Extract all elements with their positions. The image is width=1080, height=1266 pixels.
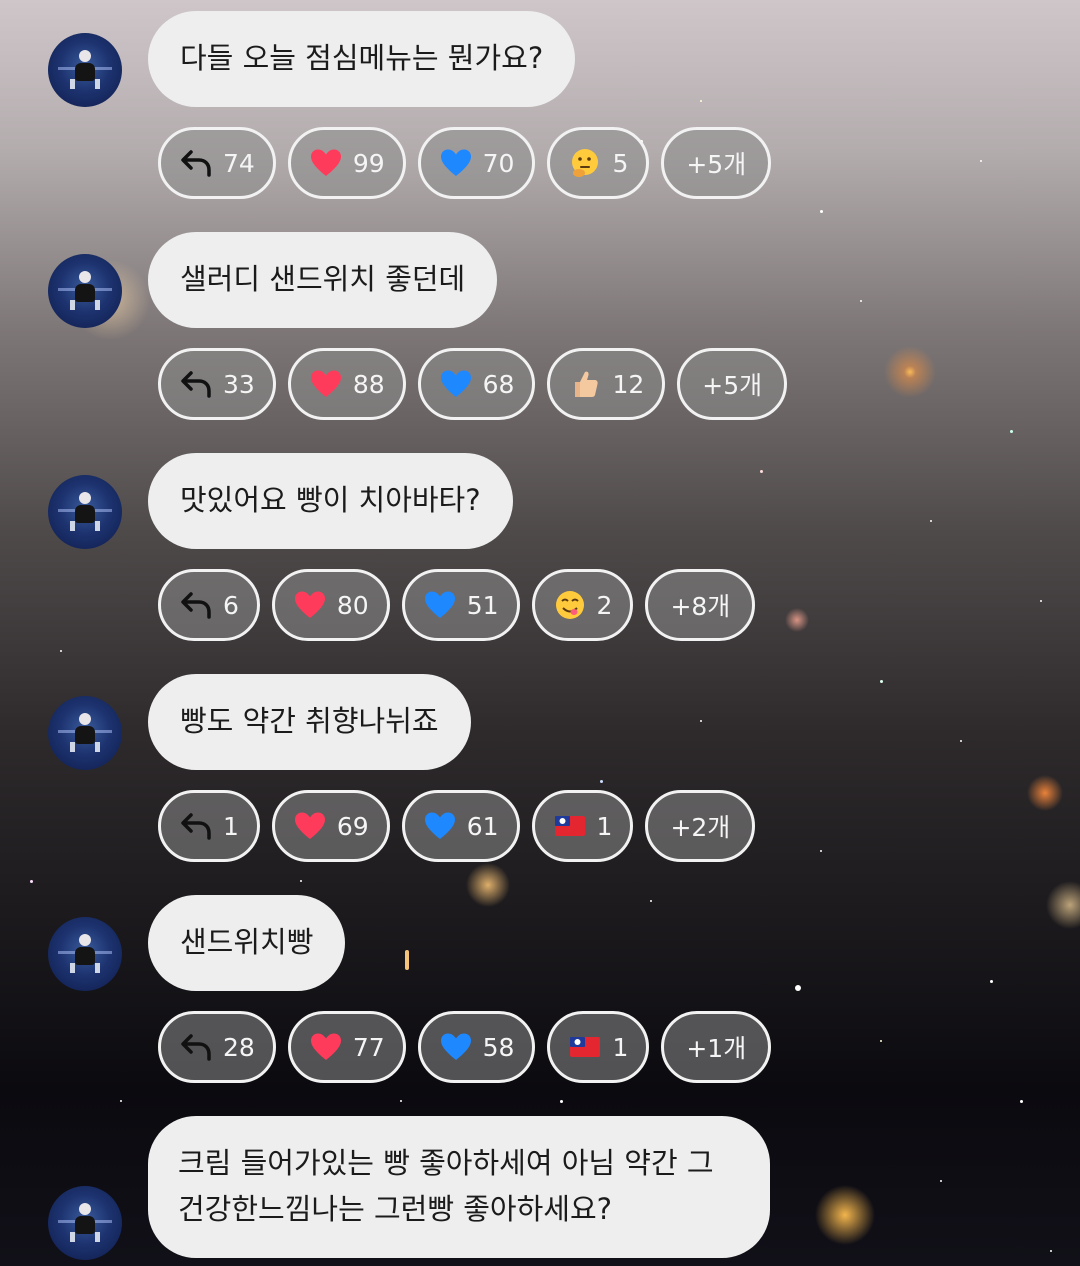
reaction-count: 12 bbox=[612, 369, 645, 399]
reply-arrow-icon bbox=[179, 809, 213, 843]
blue-heart-icon bbox=[439, 367, 473, 401]
reaction-bar: 74 99 70 5 +5개 bbox=[158, 127, 772, 199]
reaction-count: 69 bbox=[336, 811, 369, 841]
red-heart-icon bbox=[293, 809, 327, 843]
avatar[interactable] bbox=[48, 917, 122, 991]
reply-arrow-icon bbox=[179, 1030, 213, 1064]
reaction-blue-heart[interactable]: 51 bbox=[401, 569, 520, 641]
reaction-bar: 1 69 61 1 +2개 bbox=[158, 790, 756, 862]
red-heart-icon bbox=[309, 1030, 343, 1064]
reply-button[interactable]: 33 bbox=[158, 348, 276, 420]
more-reactions-button[interactable]: +8개 bbox=[645, 569, 756, 641]
reaction-count: 88 bbox=[352, 369, 385, 399]
reaction-count: 77 bbox=[352, 1032, 385, 1062]
reply-button[interactable]: 74 bbox=[158, 127, 276, 199]
message-bubble[interactable]: 크림 들어가있는 빵 좋아하세여 아님 약간 그 건강한느낌나는 그런빵 좋아하… bbox=[148, 1116, 770, 1258]
reaction-count: 1 bbox=[223, 811, 239, 841]
red-heart-icon bbox=[309, 146, 343, 180]
message-bubble[interactable]: 맛있어요 빵이 치아바타? bbox=[148, 453, 513, 549]
more-reactions-button[interactable]: +5개 bbox=[677, 348, 788, 420]
reaction-bar: 33 88 68 12 +5개 bbox=[158, 348, 788, 420]
avatar[interactable] bbox=[48, 254, 122, 328]
reaction-bar: 28 77 58 1 +1개 bbox=[158, 1011, 772, 1083]
taiwan-flag-icon bbox=[568, 1030, 602, 1064]
more-reactions-button[interactable]: +5개 bbox=[661, 127, 772, 199]
reaction-red-heart[interactable]: 69 bbox=[271, 790, 390, 862]
reaction-taiwan-flag[interactable]: 1 bbox=[547, 1011, 650, 1083]
message-bubble[interactable]: 샐러디 샌드위치 좋던데 bbox=[148, 232, 498, 328]
reaction-count: 74 bbox=[223, 148, 255, 178]
reaction-red-heart[interactable]: 80 bbox=[271, 569, 390, 641]
more-reactions-button[interactable]: +1개 bbox=[661, 1011, 772, 1083]
avatar[interactable] bbox=[48, 33, 122, 107]
reaction-count: 99 bbox=[352, 148, 385, 178]
reaction-taiwan-flag[interactable]: 1 bbox=[531, 790, 634, 862]
message-bubble[interactable]: 샌드위치빵 bbox=[148, 895, 346, 991]
blue-heart-icon bbox=[423, 809, 457, 843]
avatar[interactable] bbox=[48, 1186, 122, 1260]
reaction-count: 1 bbox=[596, 811, 613, 841]
red-heart-icon bbox=[293, 588, 327, 622]
reply-button[interactable]: 28 bbox=[158, 1011, 276, 1083]
reaction-count: 80 bbox=[336, 590, 369, 620]
reaction-count: 1 bbox=[612, 1032, 629, 1062]
reaction-thinking-face[interactable]: 5 bbox=[547, 127, 650, 199]
yum-face-icon bbox=[553, 588, 587, 622]
more-reactions-label: +5개 bbox=[686, 150, 747, 179]
more-reactions-label: +8개 bbox=[670, 592, 731, 621]
more-reactions-label: +5개 bbox=[702, 371, 763, 400]
reaction-count: 6 bbox=[223, 590, 239, 620]
thinking-face-icon bbox=[568, 146, 602, 180]
reply-button[interactable]: 6 bbox=[158, 569, 260, 641]
taiwan-flag-icon bbox=[553, 809, 587, 843]
reply-arrow-icon bbox=[179, 367, 213, 401]
reaction-blue-heart[interactable]: 61 bbox=[401, 790, 520, 862]
reply-arrow-icon bbox=[179, 588, 213, 622]
more-reactions-label: +1개 bbox=[686, 1034, 747, 1063]
blue-heart-icon bbox=[439, 1030, 473, 1064]
red-heart-icon bbox=[309, 367, 343, 401]
blue-heart-icon bbox=[439, 146, 473, 180]
blue-heart-icon bbox=[423, 588, 457, 622]
reply-arrow-icon bbox=[179, 146, 213, 180]
thumbs-up-icon bbox=[568, 367, 602, 401]
reaction-count: 51 bbox=[466, 590, 499, 620]
message-bubble[interactable]: 다들 오늘 점심메뉴는 뭔가요? bbox=[148, 11, 576, 107]
reaction-red-heart[interactable]: 77 bbox=[287, 1011, 406, 1083]
reaction-count: 28 bbox=[223, 1032, 255, 1062]
reaction-count: 33 bbox=[223, 369, 255, 399]
reaction-thumbs-up[interactable]: 12 bbox=[547, 348, 666, 420]
reply-button[interactable]: 1 bbox=[158, 790, 260, 862]
reaction-blue-heart[interactable]: 70 bbox=[417, 127, 536, 199]
avatar[interactable] bbox=[48, 475, 122, 549]
reaction-bar: 6 80 51 2 +8개 bbox=[158, 569, 756, 641]
reaction-count: 68 bbox=[482, 369, 515, 399]
reaction-count: 5 bbox=[612, 148, 629, 178]
reaction-count: 61 bbox=[466, 811, 499, 841]
message-bubble[interactable]: 빵도 약간 취향나뉘죠 bbox=[148, 674, 471, 770]
reaction-count: 58 bbox=[482, 1032, 515, 1062]
avatar[interactable] bbox=[48, 696, 122, 770]
reaction-blue-heart[interactable]: 68 bbox=[417, 348, 536, 420]
reaction-yum-face[interactable]: 2 bbox=[531, 569, 634, 641]
reaction-count: 2 bbox=[596, 590, 613, 620]
more-reactions-label: +2개 bbox=[670, 813, 731, 842]
more-reactions-button[interactable]: +2개 bbox=[645, 790, 756, 862]
reaction-blue-heart[interactable]: 58 bbox=[417, 1011, 536, 1083]
reaction-red-heart[interactable]: 88 bbox=[287, 348, 406, 420]
reaction-red-heart[interactable]: 99 bbox=[287, 127, 406, 199]
reaction-count: 70 bbox=[482, 148, 515, 178]
